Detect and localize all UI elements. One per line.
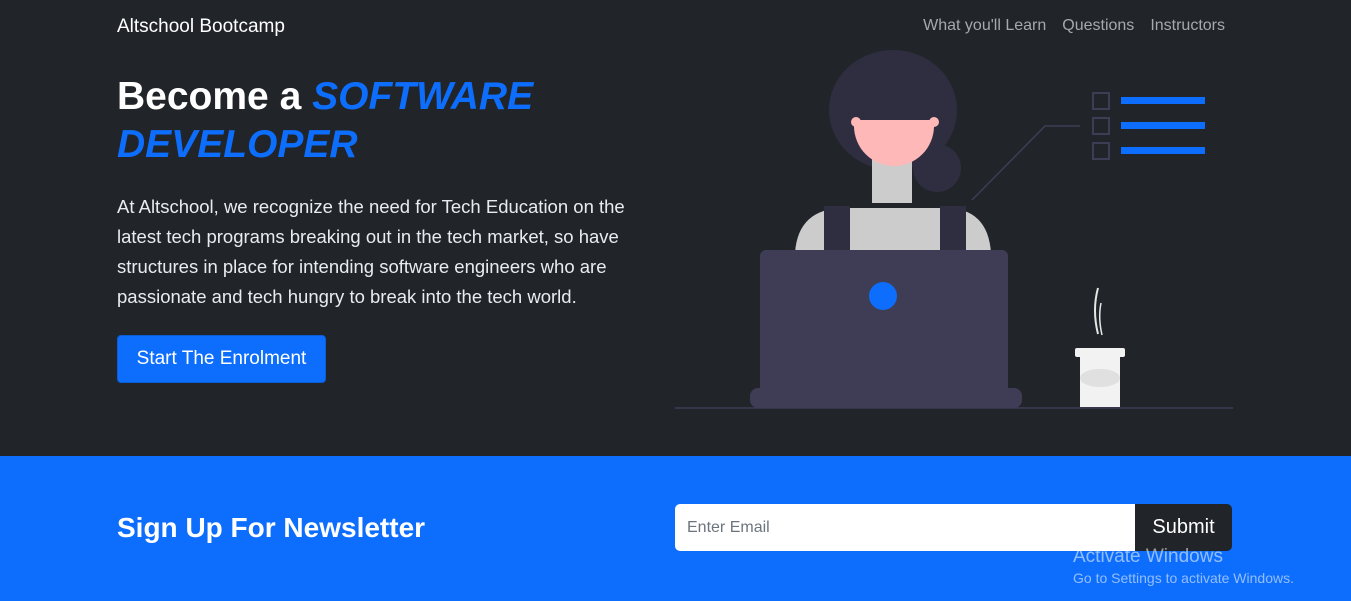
start-enrolment-button[interactable]: Start The Enrolment — [117, 335, 326, 383]
submit-button[interactable]: Submit — [1135, 504, 1232, 551]
woman-at-laptop-illustration — [675, 50, 1233, 409]
headline-accent-developer: DEVELOPER — [117, 123, 358, 166]
hero-section: Altschool Bootcamp What you'll Learn Que… — [0, 0, 1351, 456]
watermark-subtitle: Go to Settings to activate Windows. — [1073, 570, 1294, 586]
headline-plain: Become a — [117, 75, 313, 118]
watermark-title: Activate Windows — [1073, 546, 1223, 567]
hero-description: At Altschool, we recognize the need for … — [117, 196, 625, 307]
activate-windows-watermark: Activate Windows Go to Settings to activ… — [1073, 546, 1294, 588]
newsletter-title: Sign Up For Newsletter — [117, 512, 426, 543]
nav-link-what-youll-learn[interactable]: What you'll Learn — [923, 17, 1046, 35]
brand-logo-text[interactable]: Altschool Bootcamp — [117, 16, 285, 38]
top-nav: What you'll Learn Questions Instructors — [923, 17, 1225, 35]
nav-link-instructors[interactable]: Instructors — [1150, 17, 1225, 35]
email-input[interactable] — [675, 504, 1135, 551]
hero-headline: Become a SOFTWARE DEVELOPER — [117, 73, 533, 169]
headline-accent-software: SOFTWARE — [312, 75, 534, 118]
newsletter-form: Submit — [675, 504, 1232, 551]
nav-link-questions[interactable]: Questions — [1062, 17, 1134, 35]
